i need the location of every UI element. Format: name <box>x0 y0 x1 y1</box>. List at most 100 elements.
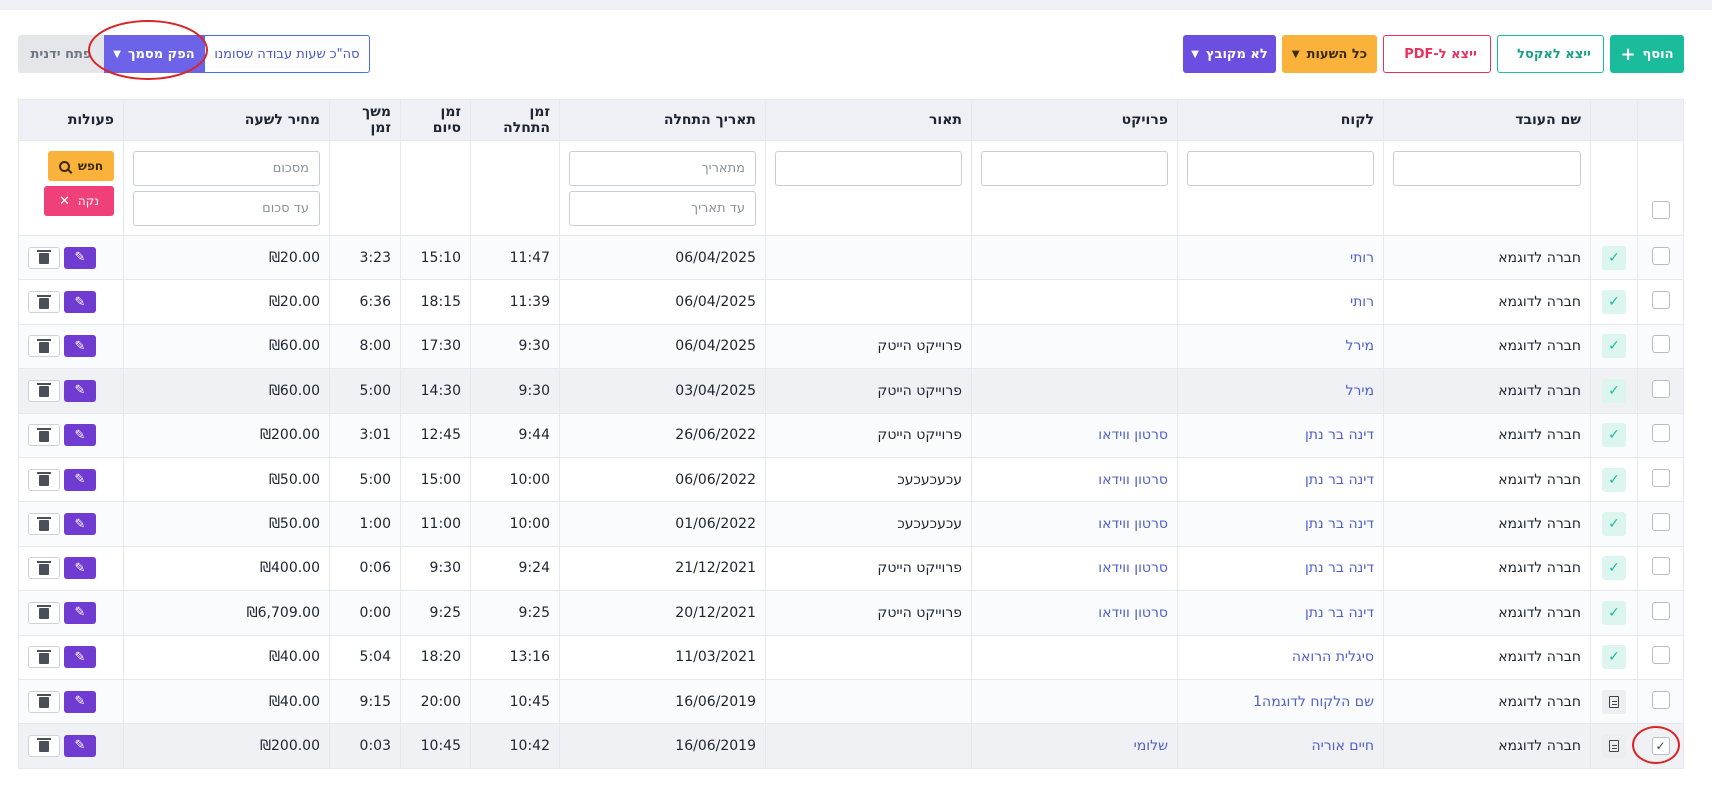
client-cell[interactable]: מירל <box>1177 323 1384 370</box>
from-amount-input[interactable] <box>133 151 320 186</box>
total-hours-button[interactable]: סה"כ שעות עבודה שסומנו <box>204 35 370 73</box>
export-excel-button[interactable]: ייצא לאקסל x <box>1497 35 1604 73</box>
grouping-dropdown[interactable]: לא מקובץ ▼ <box>1183 35 1276 73</box>
row-select-checkbox[interactable] <box>1651 246 1670 265</box>
edit-button[interactable]: ✎ <box>64 335 96 358</box>
edit-button[interactable]: ✎ <box>64 424 96 447</box>
delete-button[interactable] <box>28 468 60 491</box>
employee-filter-input[interactable] <box>1393 151 1581 186</box>
client-cell[interactable]: רותי <box>1177 234 1384 281</box>
row-select-checkbox[interactable] <box>1651 690 1670 709</box>
delete-button[interactable] <box>28 513 60 536</box>
pencil-icon: ✎ <box>74 694 86 710</box>
row-select-checkbox[interactable] <box>1651 468 1670 487</box>
row-select-checkbox[interactable] <box>1651 601 1670 620</box>
edit-button[interactable]: ✎ <box>64 646 96 669</box>
duration-column-header[interactable]: משך זמן <box>329 99 401 141</box>
row-select-checkbox[interactable] <box>1651 513 1670 532</box>
client-cell[interactable]: סיגלית הרואה <box>1177 634 1384 680</box>
delete-button[interactable] <box>28 424 60 447</box>
project-cell[interactable]: סרטון ווידאו <box>971 545 1178 592</box>
manual-open-button[interactable]: פתח ידנית <box>18 35 104 73</box>
client-cell[interactable]: דינה בר נתן <box>1177 412 1384 458</box>
start-time-column-header[interactable]: זמן התחלה <box>470 99 560 141</box>
edit-button[interactable]: ✎ <box>64 468 96 491</box>
project-cell[interactable]: סרטון ווידאו <box>971 590 1178 636</box>
delete-button[interactable] <box>28 734 60 757</box>
row-actions-cell: ✎ <box>18 368 124 414</box>
client-cell[interactable]: רותי <box>1177 279 1384 325</box>
check-icon[interactable]: ✓ <box>1602 245 1626 270</box>
row-select-checkbox[interactable] <box>1651 335 1670 354</box>
end-time-cell: 20:00 <box>400 678 471 725</box>
row-select-checkbox[interactable]: ✓ <box>1651 736 1670 755</box>
description-filter-input[interactable] <box>775 151 962 186</box>
delete-button[interactable] <box>28 246 60 269</box>
edit-button[interactable]: ✎ <box>64 513 96 536</box>
delete-button[interactable] <box>28 690 60 713</box>
check-icon[interactable]: ✓ <box>1602 334 1626 359</box>
end-time-column-header[interactable]: זמן סיום <box>400 99 471 141</box>
project-cell[interactable]: סרטון ווידאו <box>971 412 1178 458</box>
delete-button[interactable] <box>28 291 60 314</box>
document-icon[interactable] <box>1602 689 1626 714</box>
row-select-checkbox[interactable] <box>1651 379 1670 398</box>
check-icon[interactable]: ✓ <box>1602 556 1626 581</box>
edit-button[interactable]: ✎ <box>64 246 96 269</box>
check-icon[interactable]: ✓ <box>1602 423 1626 448</box>
check-icon[interactable]: ✓ <box>1602 467 1626 492</box>
edit-button[interactable]: ✎ <box>64 291 96 314</box>
row-select-checkbox[interactable] <box>1651 557 1670 576</box>
search-button[interactable]: חפש <box>48 151 114 181</box>
row-select-checkbox[interactable] <box>1651 646 1670 665</box>
end-time-cell: 9:25 <box>400 590 471 636</box>
delete-button[interactable] <box>28 646 60 669</box>
project-cell[interactable]: סרטון ווידאו <box>971 456 1178 503</box>
client-cell[interactable]: דינה בר נתן <box>1177 545 1384 592</box>
delete-button[interactable] <box>28 335 60 358</box>
row-select-checkbox[interactable] <box>1651 424 1670 443</box>
to-date-input[interactable] <box>569 191 756 226</box>
client-cell[interactable]: דינה בר נתן <box>1177 501 1384 547</box>
project-cell[interactable]: שלומי <box>971 723 1178 769</box>
project-column-header[interactable]: פרויקט <box>971 99 1178 141</box>
edit-button[interactable]: ✎ <box>64 734 96 757</box>
start-date-column-header[interactable]: תאריך התחלה <box>559 99 766 141</box>
employee-column-header[interactable]: שם העובד <box>1383 99 1591 141</box>
edit-button[interactable]: ✎ <box>64 601 96 624</box>
client-column-header[interactable]: לקוח <box>1177 99 1384 141</box>
document-icon[interactable] <box>1602 733 1626 758</box>
check-icon[interactable]: ✓ <box>1602 512 1626 537</box>
to-amount-input[interactable] <box>133 191 320 226</box>
clear-button[interactable]: נקה ✕ <box>44 186 114 216</box>
project-filter-input[interactable] <box>981 151 1168 186</box>
client-cell[interactable]: מירל <box>1177 368 1384 414</box>
client-cell[interactable]: חיים אוריה <box>1177 723 1384 769</box>
client-cell[interactable]: שם הלקוח לדוגמה1 <box>1177 678 1384 725</box>
row-select-checkbox[interactable] <box>1651 291 1670 310</box>
check-icon[interactable]: ✓ <box>1602 600 1626 625</box>
generate-document-dropdown[interactable]: הפק מסמך ▼ <box>104 35 204 73</box>
add-button[interactable]: הוסף + <box>1610 35 1684 73</box>
hourly-rate-column-header[interactable]: מחיר לשעה <box>123 99 330 141</box>
select-all-checkbox[interactable] <box>1651 201 1670 219</box>
check-icon[interactable]: ✓ <box>1602 645 1626 670</box>
edit-button[interactable]: ✎ <box>64 379 96 402</box>
delete-button[interactable] <box>28 379 60 402</box>
delete-button[interactable] <box>28 601 60 624</box>
project-cell[interactable]: סרטון ווידאו <box>971 501 1178 547</box>
export-pdf-button[interactable]: ייצא ל-PDF <box>1383 35 1491 73</box>
description-column-header[interactable]: תאור <box>765 99 972 141</box>
client-cell[interactable]: דינה בר נתן <box>1177 456 1384 503</box>
client-filter-input[interactable] <box>1187 151 1374 186</box>
check-icon[interactable]: ✓ <box>1602 290 1626 315</box>
filter-row: חפש נקה ✕ <box>18 140 1684 236</box>
client-cell[interactable]: דינה בר נתן <box>1177 590 1384 636</box>
delete-button[interactable] <box>28 557 60 580</box>
all-hours-dropdown[interactable]: כל השעות ▼ <box>1282 35 1377 73</box>
from-date-input[interactable] <box>569 151 756 186</box>
check-icon[interactable]: ✓ <box>1602 378 1626 403</box>
edit-button[interactable]: ✎ <box>64 690 96 713</box>
edit-button[interactable]: ✎ <box>64 557 96 580</box>
employee-cell: חברה לדוגמא <box>1383 678 1591 725</box>
